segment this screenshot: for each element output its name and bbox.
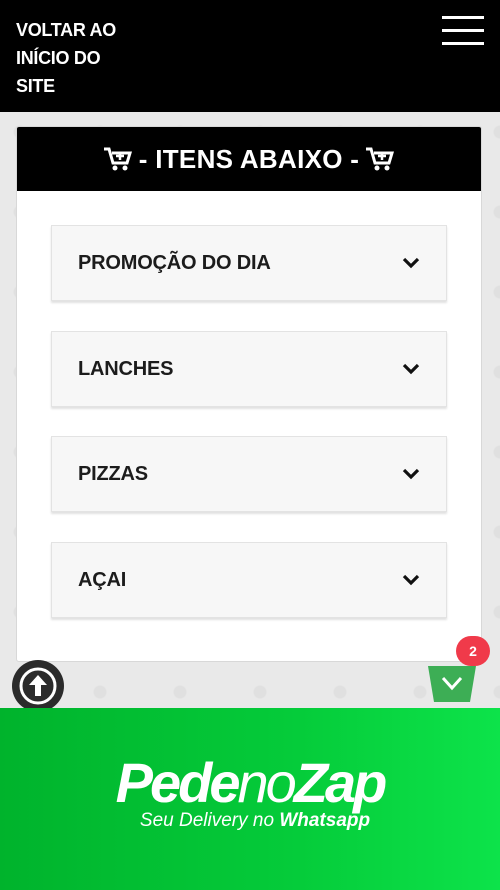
- items-card: - ITENS ABAIXO - PROMOÇÃO DO DIA LANCHES…: [16, 126, 482, 662]
- brand-tagline: Seu Delivery no Whatsapp: [139, 810, 371, 831]
- footer-banner: PedenoZap Seu Delivery no Whatsapp: [0, 708, 500, 890]
- items-card-header: - ITENS ABAIXO -: [17, 127, 481, 191]
- arrow-up-icon: [19, 667, 57, 705]
- pedenozap-logo: PedenoZap Seu Delivery no Whatsapp: [0, 752, 500, 832]
- back-to-site-link[interactable]: VOLTAR AO INÍCIO DO SITE: [16, 16, 136, 100]
- category-lanches[interactable]: LANCHES: [51, 331, 447, 407]
- category-label: AÇAI: [78, 568, 127, 591]
- brand-wordmark: PedenoZap: [115, 751, 388, 814]
- hamburger-menu-icon[interactable]: [442, 14, 484, 48]
- shopping-cart-icon: [103, 147, 132, 171]
- cart-count-badge: 2: [456, 636, 490, 666]
- category-label: LANCHES: [78, 357, 174, 380]
- category-pizzas[interactable]: PIZZAS: [51, 436, 447, 512]
- category-promocao-do-dia[interactable]: PROMOÇÃO DO DIA: [51, 225, 447, 301]
- chevron-down-icon: [402, 363, 420, 375]
- shopping-cart-icon: [366, 147, 395, 171]
- category-label: PROMOÇÃO DO DIA: [78, 251, 271, 274]
- chevron-down-icon: [402, 257, 420, 269]
- items-card-title: - ITENS ABAIXO -: [138, 143, 360, 174]
- category-acai[interactable]: AÇAI: [51, 542, 447, 618]
- scroll-to-top-button[interactable]: [12, 660, 64, 712]
- chevron-down-icon: [402, 468, 420, 480]
- category-label: PIZZAS: [78, 462, 148, 485]
- top-bar: VOLTAR AO INÍCIO DO SITE: [0, 0, 500, 112]
- chevron-down-icon: [402, 574, 420, 586]
